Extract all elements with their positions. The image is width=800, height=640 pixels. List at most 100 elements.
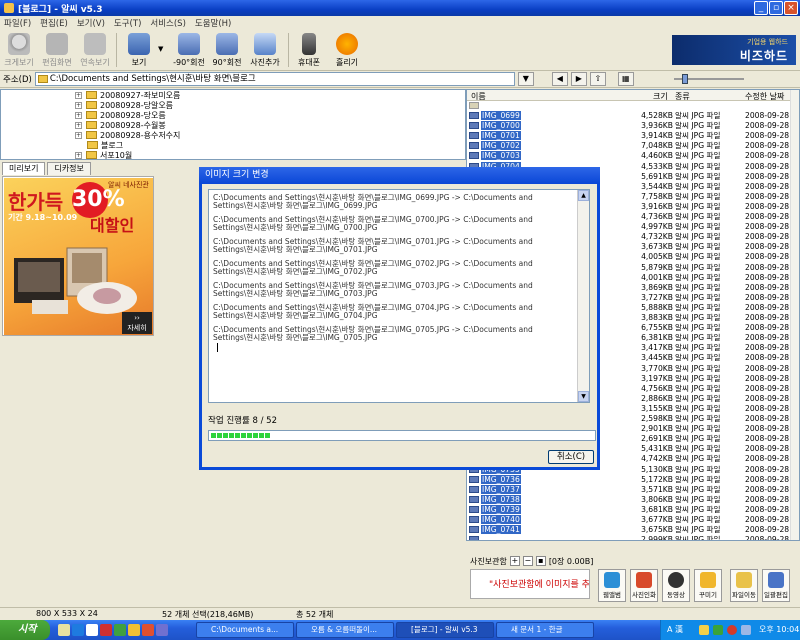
start-button[interactable]: 시작 bbox=[0, 620, 50, 640]
task-browser[interactable]: 오름 & 오름떠돌이... bbox=[296, 622, 394, 638]
file-type: 알씨 JPG 파일 bbox=[675, 343, 721, 353]
dialog-title[interactable]: 이미지 크기 변경 bbox=[199, 167, 600, 184]
tree-item[interactable]: +20080928-수월봉 bbox=[75, 120, 166, 130]
scroll-down-icon[interactable]: ▼ bbox=[578, 391, 589, 402]
tree-item[interactable]: +20080928-당오름 bbox=[75, 110, 166, 120]
tab-camera-info[interactable]: 디카정보 bbox=[47, 162, 91, 175]
file-row[interactable]: IMG_0739 3,681KB 알씨 JPG 파일 2008-09-28 오 bbox=[467, 504, 799, 514]
tab-preview[interactable]: 미리보기 bbox=[2, 162, 46, 175]
quicklaunch-icon[interactable] bbox=[72, 624, 84, 636]
tray-icon[interactable] bbox=[727, 625, 737, 635]
expand-icon[interactable]: + bbox=[75, 121, 82, 129]
expand-icon[interactable]: + bbox=[75, 111, 82, 119]
back-button[interactable]: ◀ bbox=[551, 72, 568, 86]
batch-edit-button[interactable]: 일괄편집 bbox=[762, 569, 790, 602]
expand-icon[interactable]: + bbox=[75, 101, 82, 109]
add-icon[interactable]: + bbox=[509, 556, 520, 566]
rotate-right-button[interactable]: 90°회전 bbox=[208, 31, 246, 69]
quicklaunch-icon[interactable] bbox=[86, 624, 98, 636]
view-mode-button[interactable]: ▦ bbox=[617, 72, 634, 86]
quicklaunch-icon[interactable] bbox=[156, 624, 168, 636]
zoom-slider-thumb[interactable] bbox=[681, 74, 688, 84]
file-row[interactable]: IMG_0700 3,936KB 알씨 JPG 파일 2008-09-28 오 bbox=[467, 121, 799, 131]
quicklaunch-icon[interactable] bbox=[100, 624, 112, 636]
task-hangul[interactable]: 새 문서 1 - 한글 bbox=[496, 622, 594, 638]
tree-item[interactable]: +20080927-좌보미오름 bbox=[75, 90, 180, 100]
file-row[interactable]: IMG_0702 7,048KB 알씨 JPG 파일 2008-09-28 오 bbox=[467, 141, 799, 151]
tray-icon[interactable] bbox=[699, 625, 709, 635]
expand-icon[interactable]: + bbox=[75, 131, 82, 139]
parent-folder-row[interactable] bbox=[467, 101, 799, 110]
menu-view[interactable]: 보기(V) bbox=[77, 17, 105, 29]
file-row[interactable]: IMG_0738 3,806KB 알씨 JPG 파일 2008-09-28 오 bbox=[467, 494, 799, 504]
file-size: 3,681KB bbox=[641, 504, 673, 514]
clear-icon[interactable]: ▪ bbox=[535, 556, 546, 566]
close-button[interactable]: × bbox=[784, 1, 798, 15]
quicklaunch-icon[interactable] bbox=[128, 624, 140, 636]
quicklaunch-icon[interactable] bbox=[58, 624, 70, 636]
quicklaunch-icon[interactable] bbox=[114, 624, 126, 636]
file-row[interactable]: IMG_0741 3,675KB 알씨 JPG 파일 2008-09-28 오 bbox=[467, 525, 799, 535]
web-album-button[interactable]: 웹앨범 bbox=[598, 569, 626, 602]
file-row[interactable]: 2,999KB 알씨 JPG 파일 2008-09-28 오 bbox=[467, 535, 799, 540]
enlarge-view-button[interactable]: 크게보기 bbox=[0, 31, 38, 69]
image-file-icon bbox=[469, 122, 479, 130]
expand-icon[interactable]: + bbox=[75, 91, 82, 99]
tree-item[interactable]: +20080928-용수저수지 bbox=[75, 130, 180, 140]
tree-item-selected[interactable]: 블로그 bbox=[87, 140, 123, 150]
file-row[interactable]: IMG_0736 5,172KB 알씨 JPG 파일 2008-09-28 오 bbox=[467, 474, 799, 484]
address-input[interactable]: C:\Documents and Settings\현시훈\바탕 화면\블로그 bbox=[34, 72, 515, 86]
edit-screen-button[interactable]: 편집화면 bbox=[38, 31, 76, 69]
cancel-button[interactable]: 취소(C) bbox=[548, 450, 594, 464]
scroll-up-icon[interactable]: ▲ bbox=[578, 190, 589, 201]
file-size: 4,736KB bbox=[641, 212, 673, 221]
file-row[interactable]: IMG_0701 3,914KB 알씨 JPG 파일 2008-09-28 오 bbox=[467, 131, 799, 141]
task-alsee[interactable]: [블로그] - 알씨 v5.3 bbox=[396, 622, 494, 638]
file-row[interactable]: IMG_0699 4,528KB 알씨 JPG 파일 2008-09-28 오 bbox=[467, 111, 799, 120]
film-button[interactable]: 동영상 bbox=[662, 569, 690, 602]
promo-banner[interactable]: 한가득 30% 알씨 네사진관 기간 9.18~10.09 대할인 ›› 자세히 bbox=[4, 178, 153, 335]
task-explorer[interactable]: C:\Documents a... bbox=[196, 622, 294, 638]
menu-service[interactable]: 서비스(S) bbox=[150, 17, 186, 29]
file-row[interactable]: IMG_0740 3,677KB 알씨 JPG 파일 2008-09-28 오 bbox=[467, 515, 799, 524]
zoom-slider[interactable] bbox=[673, 74, 744, 84]
log-textbox[interactable]: C:\Documents and Settings\현시훈\바탕 화면\블로그\… bbox=[208, 189, 590, 403]
tree-item[interactable]: +20080928-당알오름 bbox=[75, 100, 173, 110]
phone-button[interactable]: 휴대폰 bbox=[290, 31, 328, 69]
title-bar[interactable]: [블로그] - 알씨 v5.3 _ ▫ × bbox=[0, 0, 800, 16]
ucc-button[interactable]: 흘리기 bbox=[328, 31, 366, 69]
tray-icon[interactable] bbox=[741, 625, 751, 635]
add-photo-button[interactable]: 사진추가 bbox=[246, 31, 284, 69]
chevron-down-icon[interactable]: ▼ bbox=[158, 45, 163, 53]
image-file-icon bbox=[469, 485, 479, 493]
print-button[interactable]: 사진인화 bbox=[630, 569, 658, 602]
tray-icon[interactable] bbox=[713, 625, 723, 635]
menu-edit[interactable]: 편집(E) bbox=[40, 17, 68, 29]
rotate-left-button[interactable]: -90°회전 bbox=[170, 31, 208, 69]
maximize-button[interactable]: ▫ bbox=[769, 1, 783, 15]
minimize-button[interactable]: _ bbox=[754, 1, 768, 15]
file-size: 4,742KB bbox=[641, 454, 673, 464]
quicklaunch-icon[interactable] bbox=[142, 624, 154, 636]
remove-icon[interactable]: − bbox=[522, 556, 533, 566]
folder-tree[interactable]: +20080927-좌보미오름 +20080928-당알오름 +20080928… bbox=[0, 89, 466, 160]
decorate-button[interactable]: 꾸미기 bbox=[694, 569, 722, 602]
file-list-scrollbar[interactable] bbox=[790, 90, 799, 540]
menu-help[interactable]: 도움말(H) bbox=[195, 17, 231, 29]
file-row[interactable]: IMG_0737 3,571KB 알씨 JPG 파일 2008-09-28 오 bbox=[467, 484, 799, 494]
forward-button[interactable]: ▶ bbox=[570, 72, 587, 86]
slideshow-button[interactable]: 연속보기 bbox=[76, 31, 114, 69]
more-details-button[interactable]: ›› 자세히 bbox=[122, 312, 152, 334]
up-folder-button[interactable]: ⇧ bbox=[589, 72, 606, 86]
expand-icon[interactable]: + bbox=[75, 151, 82, 159]
view-button[interactable]: 보기 bbox=[120, 31, 158, 69]
file-row[interactable]: IMG_0703 4,460KB 알씨 JPG 파일 2008-09-28 오 bbox=[467, 151, 799, 161]
bizhard-banner[interactable]: 기업용 웹하드 비즈하드 bbox=[672, 35, 796, 65]
log-scrollbar[interactable]: ▲ ▼ bbox=[577, 190, 589, 402]
tree-item[interactable]: + 서포10월 bbox=[75, 150, 132, 159]
file-move-button[interactable]: 파일이동 bbox=[730, 569, 758, 602]
language-icon[interactable]: A 漢 bbox=[667, 620, 683, 640]
menu-file[interactable]: 파일(F) bbox=[4, 17, 31, 29]
address-dropdown-button[interactable]: ▼ bbox=[517, 72, 534, 86]
menu-tools[interactable]: 도구(T) bbox=[114, 17, 141, 29]
